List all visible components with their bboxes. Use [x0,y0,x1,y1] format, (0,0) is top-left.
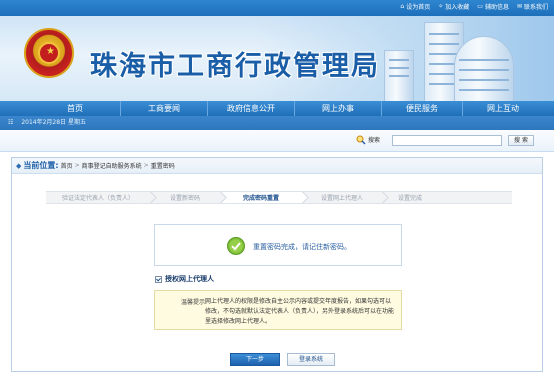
accessibility-label: 辅助信息 [484,4,509,11]
breadcrumb-lead: 当前位置: [23,161,59,170]
step-reset-complete: 完成密码重置 [220,191,309,204]
add-favorite-label: 加入收藏 [445,4,470,11]
tip-label: 温馨提示: [181,299,208,306]
building-image [384,50,414,101]
nav-online-service[interactable]: 网上办事 [295,101,381,116]
next-step-button[interactable]: 下一步 [230,353,280,366]
site-banner: ★ 珠海市工商行政管理局 [0,16,554,101]
success-message-box: 重置密码完成，请记住新密码。 [154,224,402,266]
step-set-online-agent: 设置网上代理人 [302,191,389,204]
main-nav: 首页 工商要闻 政府信息公开 网上办事 便民服务 网上互动 [0,101,554,116]
calendar-icon: ☷ [8,119,14,126]
nav-public-service[interactable]: 便民服务 [382,101,462,116]
step-verify-representative: 验证法定代表人（负责人） [46,191,157,204]
site-title: 珠海市工商行政管理局 [90,51,380,82]
search-icon [356,135,366,145]
accessibility-link[interactable]: ▭ 辅助信息 [477,2,509,11]
nav-interaction[interactable]: 网上互动 [463,101,543,116]
login-system-button[interactable]: 登录系统 [287,353,335,366]
top-utility-bar: ⌂ 设为首页 ✧ 加入收藏 ▭ 辅助信息 ✉ 联系我们 [0,0,554,16]
breadcrumb-separator: > [143,162,149,169]
search-bar: 搜索 搜 索 [0,130,554,152]
authorize-agent-checkbox[interactable] [155,275,162,283]
step-set-new-password: 设置新密码 [150,191,227,204]
national-emblem-logo: ★ [24,28,74,78]
step-label: 设置完成 [398,195,423,202]
step-setup-complete: 设置完成 [382,191,512,204]
nav-news[interactable]: 工商要闻 [121,101,207,116]
add-favorite-link[interactable]: ✧ 加入收藏 [438,2,469,11]
breadcrumb-home[interactable]: 首页 [61,161,73,170]
step-label: 完成密码重置 [242,195,279,202]
step-label: 设置网上代理人 [320,195,363,202]
step-label: 验证法定代表人（负责人） [61,195,134,202]
star-icon: ✧ [438,3,444,10]
contact-us-label: 联系我们 [523,4,548,11]
help-icon: ▭ [477,3,483,10]
success-message: 重置密码完成，请记住新密码。 [253,243,351,251]
progress-steps: 验证法定代表人（负责人） 设置新密码 完成密码重置 设置网上代理人 设置完成 [46,191,512,204]
content-panel: ◆ 当前位置: 首页 > 商事登记自助服务系统 > 重置密码 验证法定代表人（负… [11,157,543,372]
current-date: 2014年2月28日 星期五 [21,119,86,126]
nav-gov-info[interactable]: 政府信息公开 [208,101,294,116]
tip-text: 网上代理人的权限是修改自主公示内容或提交年度报告，如果勾选可以修改，不勾选就默认… [205,298,395,325]
breadcrumb-current: 重置密码 [150,163,175,170]
home-icon: ⌂ [400,3,405,10]
search-button[interactable]: 搜 索 [508,135,534,146]
breadcrumb-separator: > [74,162,80,169]
authorize-agent-option[interactable]: 授权网上代理人 [155,274,214,284]
search-label: 搜索 [368,137,381,144]
utility-links: ⌂ 设为首页 ✧ 加入收藏 ▭ 辅助信息 ✉ 联系我们 [400,2,548,11]
tip-box: 温馨提示: 网上代理人的权限是修改自主公示内容或提交年度报告，如果勾选可以修改，… [154,290,402,330]
location-icon: ◆ [16,161,22,170]
building-image [454,36,514,101]
breadcrumb: ◆ 当前位置: 首页 > 商事登记自助服务系统 > 重置密码 [12,158,542,174]
set-homepage-link[interactable]: ⌂ 设为首页 [400,2,430,11]
breadcrumb-system[interactable]: 商事登记自助服务系统 [82,161,142,170]
step-label: 设置新密码 [169,195,200,202]
search-input[interactable] [392,135,502,146]
contact-us-link[interactable]: ✉ 联系我们 [517,2,548,11]
success-check-icon [227,237,245,255]
set-homepage-label: 设为首页 [406,4,431,11]
nav-home[interactable]: 首页 [30,101,120,116]
date-bar: ☷ 2014年2月28日 星期五 [0,116,554,130]
mail-icon: ✉ [516,3,522,10]
authorize-agent-label: 授权网上代理人 [165,275,214,283]
